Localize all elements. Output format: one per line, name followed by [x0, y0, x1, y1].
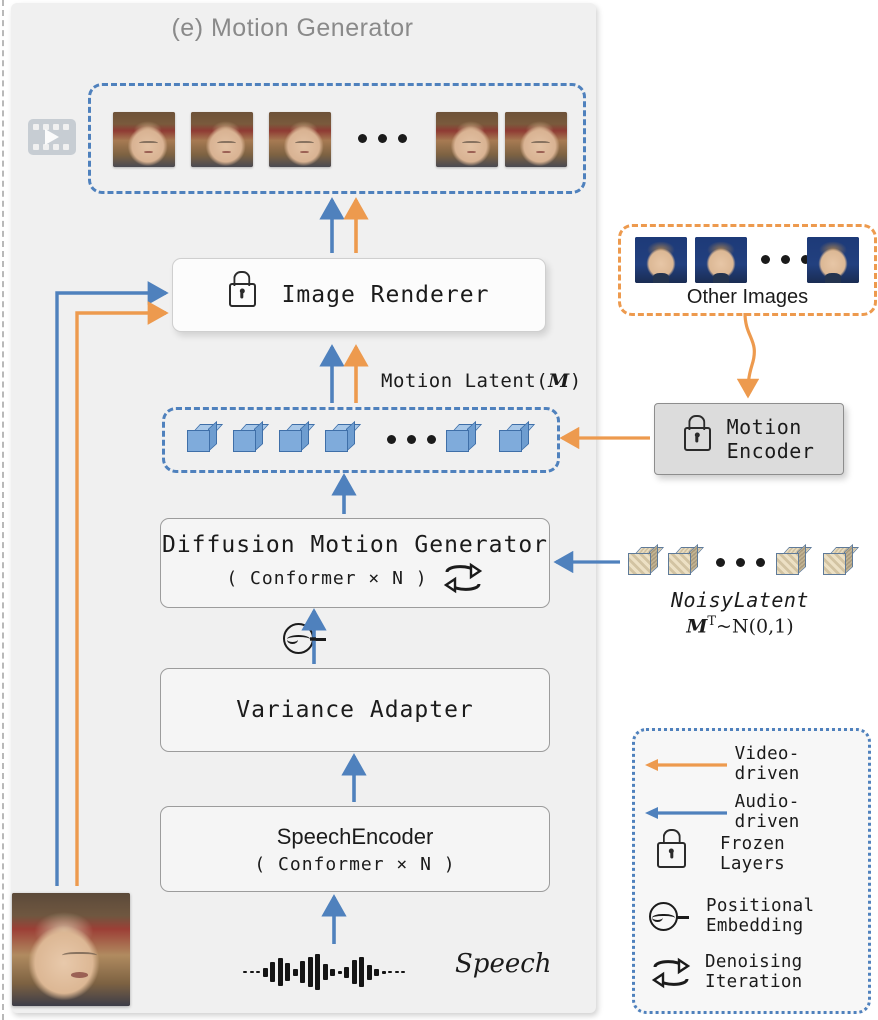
- video-frame: [436, 112, 498, 167]
- positional-embedding-icon: [283, 623, 326, 654]
- legend-box: Video-driven Audio-driven Frozen Layers: [632, 728, 871, 1014]
- latent-cube: [325, 420, 362, 452]
- motion-latent-symbol: M: [548, 370, 570, 392]
- motion-encoder-line2: Encoder: [726, 439, 815, 463]
- reference-face-image: [12, 893, 130, 1006]
- latent-cube: [187, 420, 224, 452]
- noisy-latent-sup: T: [707, 614, 717, 629]
- denoising-iteration-icon: [443, 562, 482, 594]
- motion-encoder-line1: Motion: [726, 414, 802, 439]
- audio-driven-arrow-icon: [645, 806, 727, 819]
- lock-icon: [228, 271, 256, 307]
- noisy-cube: [776, 543, 813, 575]
- noisy-cube: [668, 543, 705, 575]
- frames-ellipsis: [358, 134, 407, 143]
- noisy-latent-label: NoisyLatent MT~N(0,1): [620, 588, 860, 637]
- motion-latent-text: Motion Latent: [381, 370, 537, 392]
- noisy-cube: [823, 543, 860, 575]
- denoising-iteration-icon: [651, 957, 691, 988]
- motion-latent-label: Motion Latent(M): [381, 370, 582, 392]
- positional-embedding-icon: [649, 902, 689, 932]
- video-frame: [269, 112, 331, 167]
- image-renderer-label: Image Renderer: [281, 282, 490, 308]
- legend-label-audio-driven: Audio-driven: [734, 792, 800, 832]
- video-frame: [113, 112, 175, 167]
- other-images-group: Other Images: [618, 224, 877, 316]
- other-image-thumb: [807, 237, 859, 283]
- speech-encoder-subtitle: ( Conformer × N ): [254, 853, 456, 875]
- generated-frames-group: [88, 83, 586, 194]
- video-frame: [191, 112, 253, 167]
- motion-latent-group: [162, 407, 560, 473]
- noisy-latent-title: NoisyLatent: [671, 588, 809, 612]
- legend-label-denoise-1: Denoising: [705, 952, 803, 972]
- dmg-subtitle: ( Conformer × N ): [226, 567, 428, 589]
- other-images-ellipsis: [761, 255, 810, 264]
- legend-label-frozen-1: Frozen: [720, 834, 786, 854]
- latent-cube: [279, 420, 316, 452]
- diffusion-motion-generator-box[interactable]: Diffusion Motion Generator ( Conformer ×…: [160, 518, 550, 608]
- latent-cube: [499, 420, 536, 452]
- noisy-cube: [628, 543, 665, 575]
- legend-label-denoise-2: Iteration: [705, 971, 803, 992]
- speech-label: Speech: [455, 949, 552, 979]
- waveform-icon: [243, 952, 405, 992]
- variance-adapter-label: Variance Adapter: [236, 697, 474, 723]
- latent-ellipsis: [387, 435, 436, 444]
- lock-icon: [657, 828, 686, 868]
- other-image-thumb: [635, 237, 687, 283]
- motion-encoder-box[interactable]: Motion Encoder: [654, 403, 844, 475]
- film-play-icon: [28, 119, 76, 155]
- speech-encoder-box[interactable]: SpeechEncoder ( Conformer × N ): [160, 806, 550, 892]
- video-driven-arrow-icon: [645, 758, 727, 771]
- figure-crop-edge: [2, 0, 4, 1020]
- variance-adapter-box[interactable]: Variance Adapter: [160, 668, 550, 752]
- image-renderer-box[interactable]: Image Renderer: [172, 258, 546, 332]
- lock-icon: [683, 415, 711, 451]
- latent-cube: [233, 420, 270, 452]
- legend-label-posemb-1: Positional: [706, 896, 815, 916]
- speech-encoder-title: SpeechEncoder: [276, 823, 434, 849]
- legend-label-posemb-2: Embedding: [706, 915, 804, 936]
- noisy-latent-rest: ~N(0,1): [716, 615, 794, 638]
- noisy-latent-formula: MT~N(0,1): [620, 614, 860, 637]
- other-images-caption: Other Images: [686, 286, 809, 308]
- noisy-latent-ellipsis: [716, 558, 765, 567]
- legend-label-frozen-2: Layers: [720, 853, 786, 874]
- motion-latent-paren-open: (: [536, 370, 549, 392]
- figure-root: (e) Motion Generator Image Renderer Moti…: [0, 0, 878, 1020]
- latent-cube: [446, 420, 483, 452]
- noisy-latent-cubes: [628, 543, 860, 583]
- noisy-latent-m: M: [686, 615, 708, 638]
- other-image-thumb: [695, 237, 747, 283]
- motion-latent-paren-close: ): [569, 370, 582, 392]
- dmg-title: Diffusion Motion Generator: [161, 532, 549, 558]
- legend-label-video-driven: Video-driven: [734, 744, 800, 784]
- video-frame: [505, 112, 567, 167]
- page-title: (e) Motion Generator: [171, 14, 414, 42]
